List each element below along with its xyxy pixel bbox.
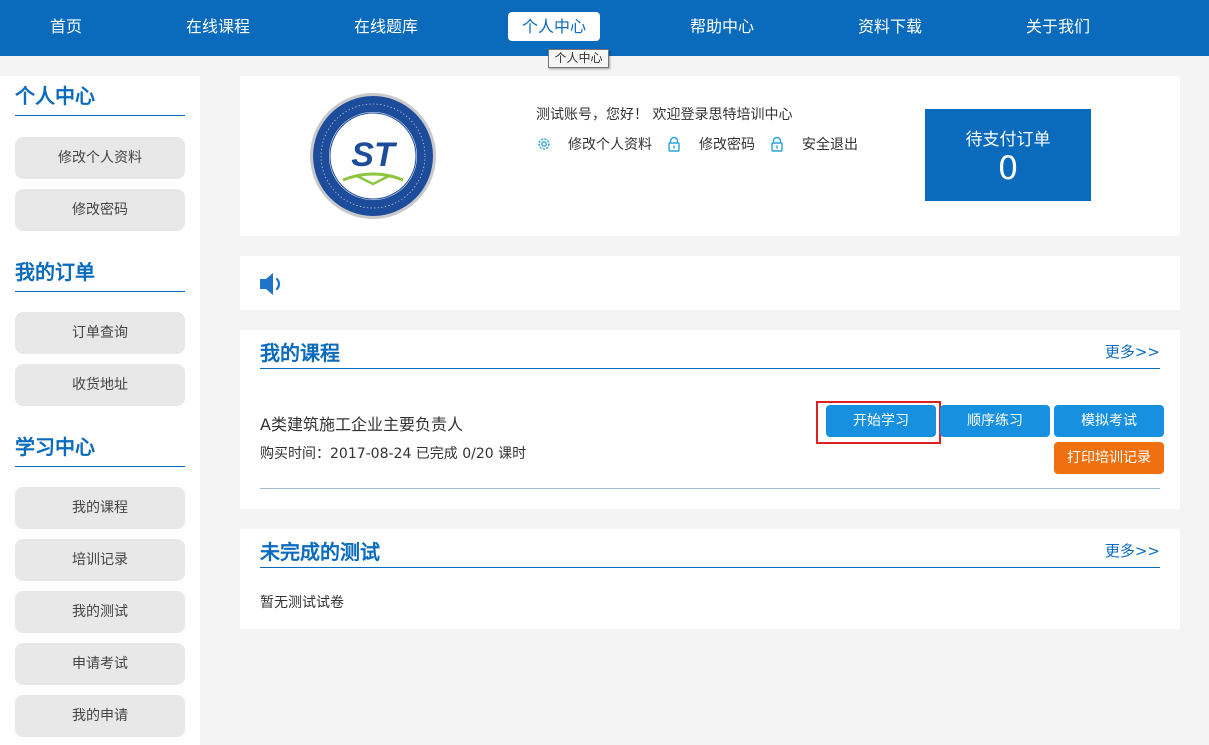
nav-item-personal-center[interactable]: 个人中心 xyxy=(508,12,600,41)
greeting-text: 测试账号，您好！ 欢迎登录思特培训中心 xyxy=(536,107,793,123)
lock-icon xyxy=(771,136,783,152)
tests-more-link[interactable]: 更多>> xyxy=(1105,540,1160,561)
sidebar-item-my-courses[interactable]: 我的课程 xyxy=(15,487,185,529)
nav-item-home[interactable]: 首页 xyxy=(26,12,106,41)
sidebar-title-personal-center: 个人中心 xyxy=(15,76,185,116)
profile-panel: ST 测试账号，您好！ 欢迎登录思特培训中心 修改个人资料 修改密码 安全退出 … xyxy=(240,76,1180,236)
logo-text: ST xyxy=(351,136,398,174)
sidebar-item-my-tests[interactable]: 我的测试 xyxy=(15,591,185,633)
course-name: A类建筑施工企业主要负责人 xyxy=(260,415,463,434)
my-courses-panel: 我的课程 更多>> A类建筑施工企业主要负责人 购买时间：2017-08-24 … xyxy=(240,330,1180,509)
highlight-box xyxy=(816,401,941,444)
tests-section-title: 未完成的测试 xyxy=(260,540,380,564)
course-meta: 购买时间：2017-08-24 已完成 0/20 课时 xyxy=(260,446,527,462)
nav-item-online-courses[interactable]: 在线课程 xyxy=(178,12,258,41)
mock-exam-button[interactable]: 模拟考试 xyxy=(1054,405,1164,437)
sidebar: 个人中心 修改个人资料 修改密码 我的订单 订单查询 收货地址 学习中心 我的课… xyxy=(0,76,200,745)
sidebar-item-order-query[interactable]: 订单查询 xyxy=(15,312,185,354)
avatar: ST xyxy=(310,93,436,219)
courses-section-header: 我的课程 更多>> xyxy=(260,330,1160,369)
sidebar-item-shipping-address[interactable]: 收货地址 xyxy=(15,364,185,406)
pending-orders-count: 0 xyxy=(997,149,1019,187)
notice-panel xyxy=(240,256,1180,310)
nav-tooltip: 个人中心 xyxy=(548,49,609,68)
sidebar-item-change-password[interactable]: 修改密码 xyxy=(15,189,185,231)
sidebar-item-training-records[interactable]: 培训记录 xyxy=(15,539,185,581)
unfinished-tests-panel: 未完成的测试 更多>> 暂无测试试卷 xyxy=(240,529,1180,629)
sidebar-title-learning-center: 学习中心 xyxy=(15,427,185,467)
sidebar-item-apply-exam[interactable]: 申请考试 xyxy=(15,643,185,685)
nav-item-about-us[interactable]: 关于我们 xyxy=(1018,12,1098,41)
nav-item-help-center[interactable]: 帮助中心 xyxy=(682,12,762,41)
change-password-link[interactable]: 修改密码 xyxy=(699,135,755,155)
courses-more-link[interactable]: 更多>> xyxy=(1105,341,1160,362)
top-nav: 首页 在线课程 在线题库 个人中心 帮助中心 资料下载 关于我们 xyxy=(0,0,1209,56)
course-divider xyxy=(260,488,1160,489)
logo-icon: ST xyxy=(313,96,433,216)
speaker-icon xyxy=(260,273,281,295)
sidebar-item-edit-profile[interactable]: 修改个人资料 xyxy=(15,137,185,179)
sidebar-item-my-applications[interactable]: 我的申请 xyxy=(15,695,185,737)
gear-icon xyxy=(538,138,550,150)
print-training-record-button[interactable]: 打印培训记录 xyxy=(1054,442,1164,474)
pending-orders-label: 待支付订单 xyxy=(965,130,1051,150)
sequential-practice-button[interactable]: 顺序练习 xyxy=(940,405,1050,437)
nav-item-downloads[interactable]: 资料下载 xyxy=(850,12,930,41)
lock-icon xyxy=(668,136,680,152)
no-tests-text: 暂无测试试卷 xyxy=(260,595,344,611)
tests-section-header: 未完成的测试 更多>> xyxy=(260,529,1160,568)
courses-section-title: 我的课程 xyxy=(260,341,340,365)
pending-orders-box[interactable]: 待支付订单 0 xyxy=(925,109,1091,201)
logout-link[interactable]: 安全退出 xyxy=(802,135,858,155)
sidebar-title-my-orders: 我的订单 xyxy=(15,252,185,292)
edit-profile-link[interactable]: 修改个人资料 xyxy=(568,135,652,155)
nav-item-question-bank[interactable]: 在线题库 xyxy=(346,12,426,41)
